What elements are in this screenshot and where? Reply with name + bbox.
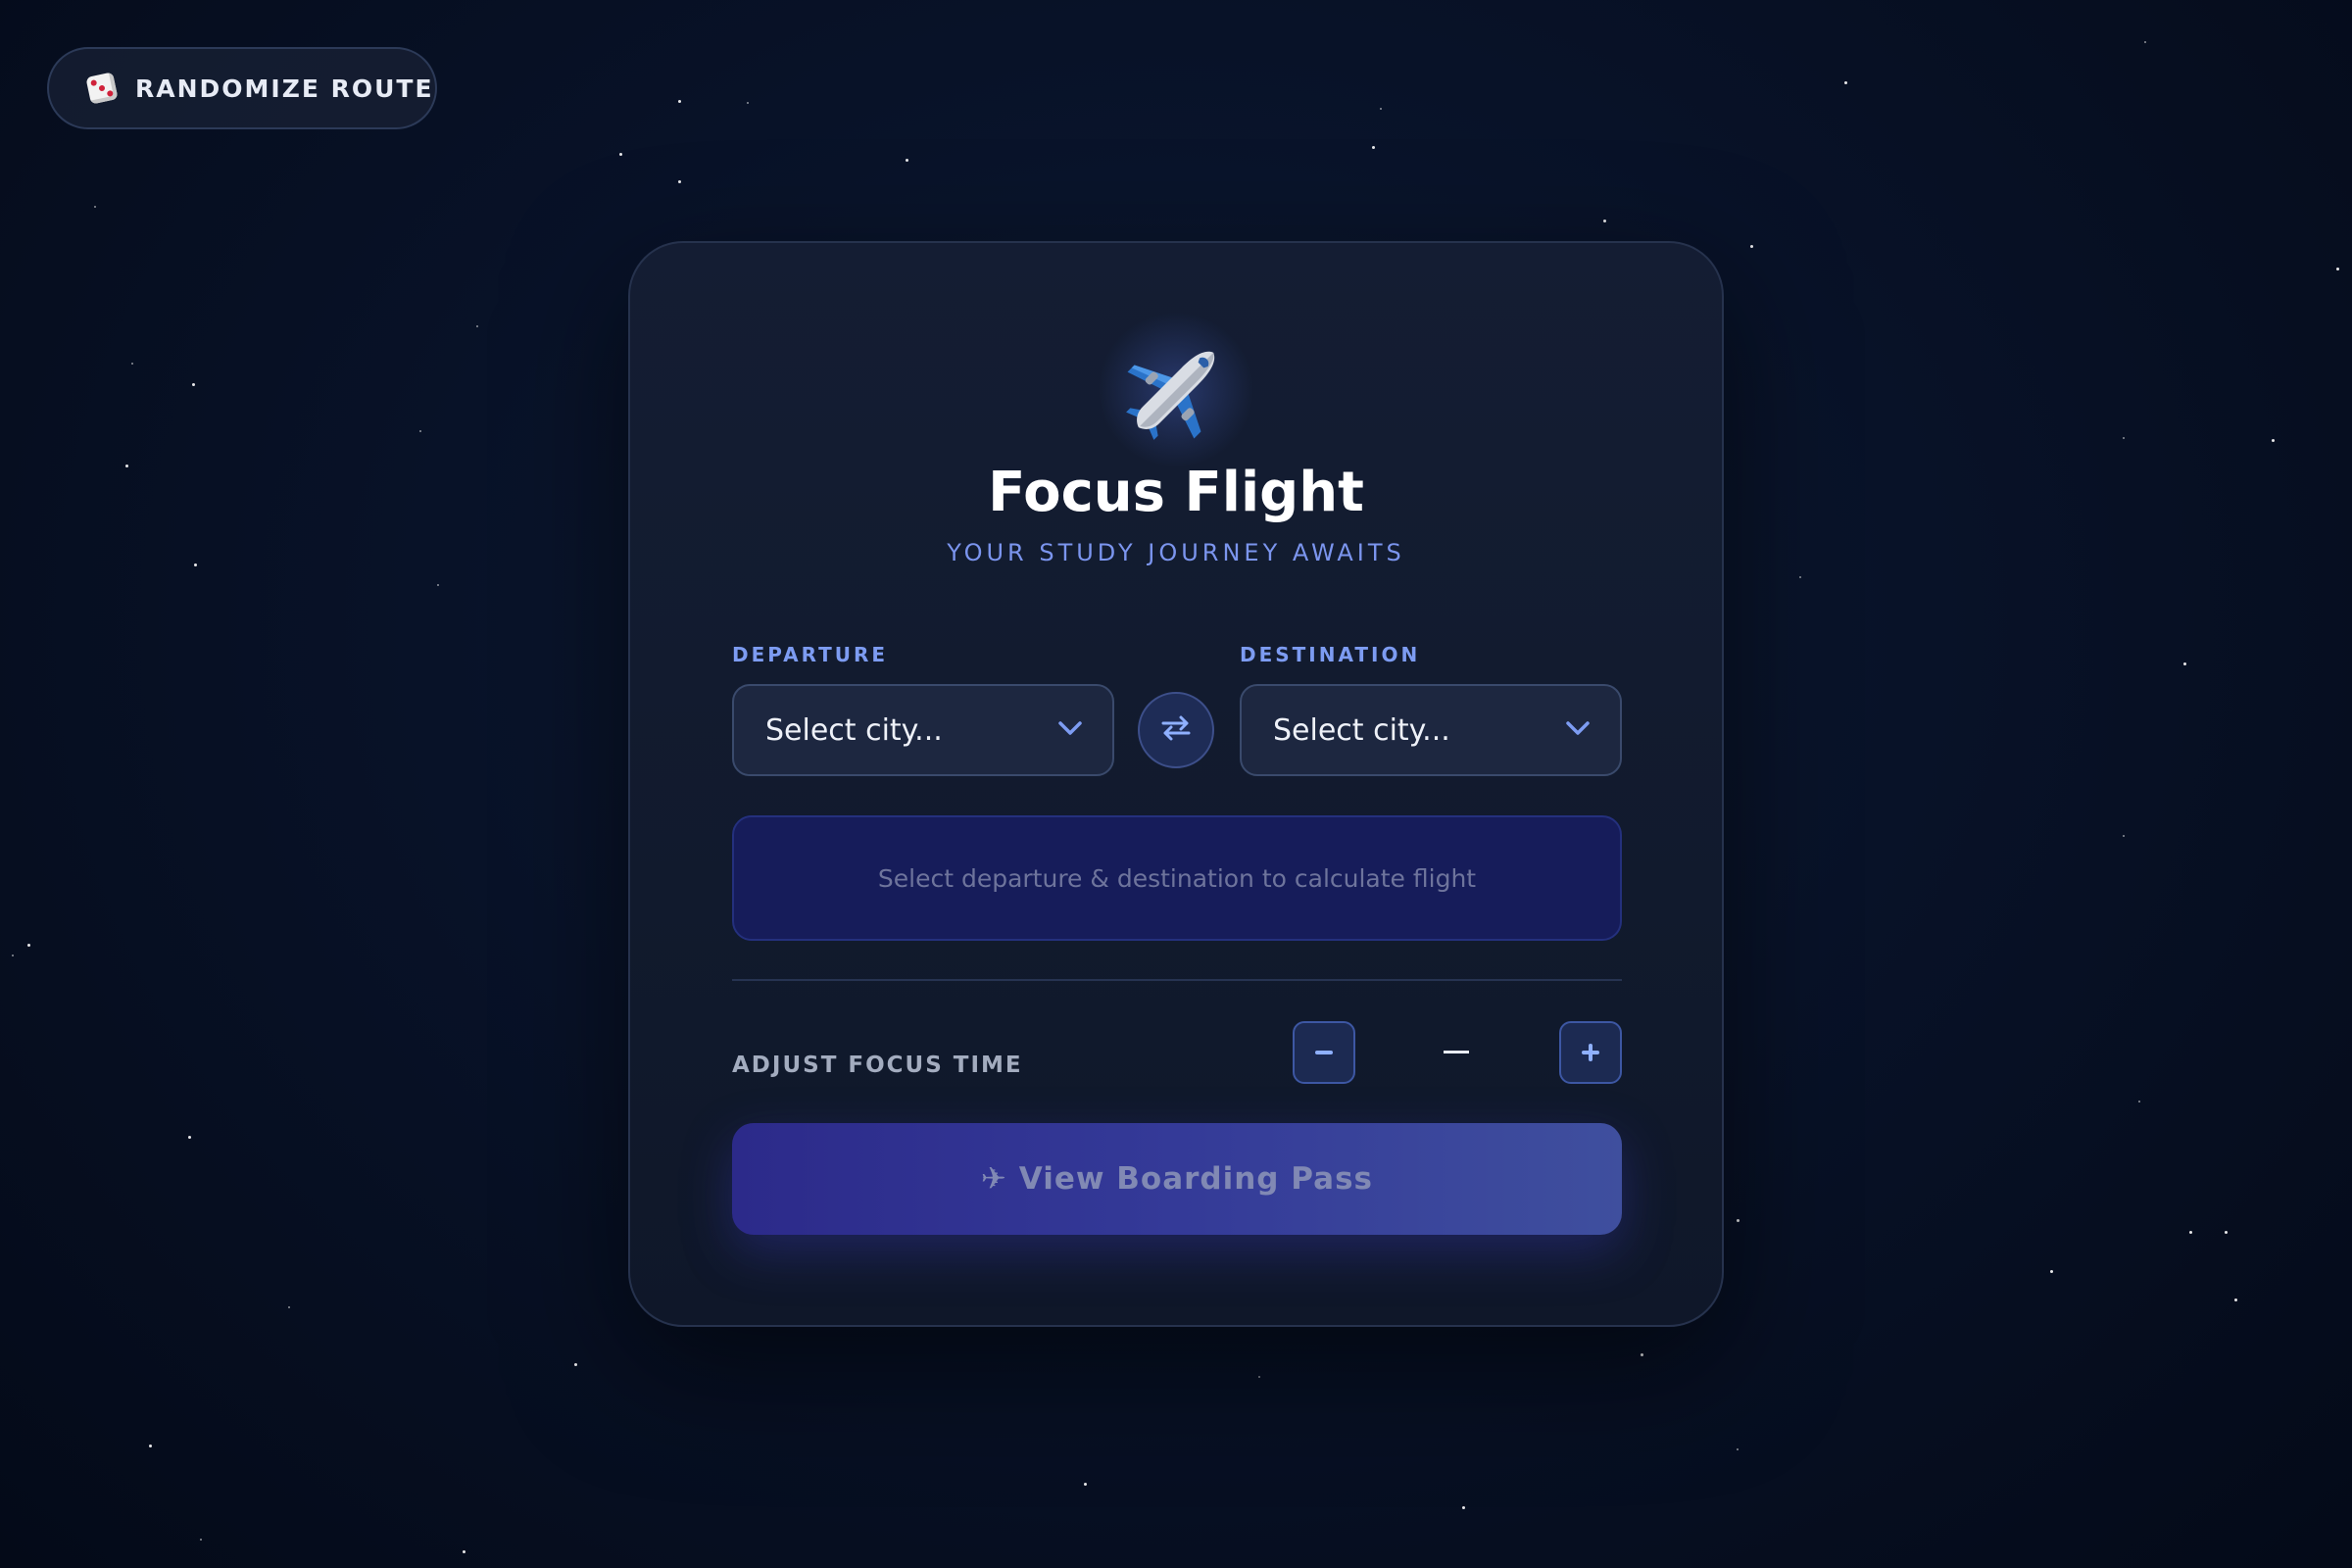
star-dot bbox=[574, 1363, 577, 1366]
star-dot bbox=[188, 1136, 191, 1139]
star-dot bbox=[747, 102, 749, 104]
departure-label: DEPARTURE bbox=[732, 643, 889, 666]
star-dot bbox=[2123, 437, 2125, 439]
star-dot bbox=[463, 1550, 466, 1553]
randomize-route-button[interactable]: RANDOMIZE ROUTE bbox=[47, 47, 437, 129]
star-dot bbox=[1462, 1506, 1465, 1509]
star-dot bbox=[1380, 108, 1382, 110]
star-dot bbox=[1641, 1353, 1643, 1356]
star-dot bbox=[1258, 1376, 1260, 1378]
star-dot bbox=[1799, 576, 1801, 578]
star-dot bbox=[619, 153, 622, 156]
star-dot bbox=[1750, 245, 1753, 248]
divider bbox=[732, 979, 1622, 981]
decrease-focus-button[interactable] bbox=[1293, 1021, 1355, 1084]
departure-select[interactable]: Select city... bbox=[732, 684, 1114, 776]
minus-icon bbox=[1315, 1051, 1333, 1054]
destination-label: DESTINATION bbox=[1240, 643, 1421, 666]
star-dot bbox=[678, 180, 681, 183]
swap-arrows-icon bbox=[1159, 713, 1193, 747]
star-dot bbox=[2183, 662, 2186, 665]
star-dot bbox=[2123, 835, 2125, 837]
airplane-icon bbox=[1098, 312, 1254, 468]
star-dot bbox=[12, 955, 14, 956]
star-dot bbox=[131, 363, 133, 365]
plus-icon bbox=[1582, 1044, 1599, 1061]
star-dot bbox=[1737, 1448, 1739, 1450]
increase-focus-button[interactable] bbox=[1559, 1021, 1622, 1084]
departure-select-value: Select city... bbox=[765, 712, 943, 748]
view-boarding-pass-label: ✈ View Boarding Pass bbox=[980, 1161, 1373, 1197]
swap-cities-button[interactable] bbox=[1138, 692, 1214, 768]
star-dot bbox=[2234, 1298, 2237, 1301]
star-dot bbox=[192, 383, 195, 386]
star-dot bbox=[678, 100, 681, 103]
destination-select-value: Select city... bbox=[1273, 712, 1450, 748]
focus-time-value bbox=[1444, 1051, 1469, 1054]
star-dot bbox=[2336, 268, 2339, 270]
star-dot bbox=[419, 430, 421, 432]
star-dot bbox=[194, 564, 197, 566]
star-dot bbox=[27, 944, 30, 947]
flight-info-panel: Select departure & destination to calcul… bbox=[732, 815, 1622, 941]
flight-info-message: Select departure & destination to calcul… bbox=[877, 863, 1477, 893]
star-dot bbox=[2189, 1231, 2192, 1234]
star-dot bbox=[2138, 1101, 2140, 1102]
focus-time-label: ADJUST FOCUS TIME bbox=[732, 1053, 1023, 1078]
dice-icon bbox=[85, 72, 119, 105]
star-dot bbox=[1603, 220, 1606, 222]
focus-flight-card: Focus Flight YOUR STUDY JOURNEY AWAITS D… bbox=[628, 241, 1724, 1327]
star-dot bbox=[2272, 439, 2275, 442]
star-dot bbox=[200, 1539, 202, 1541]
star-dot bbox=[288, 1306, 290, 1308]
randomize-route-label: RANDOMIZE ROUTE bbox=[135, 74, 434, 103]
star-dot bbox=[2050, 1270, 2053, 1273]
star-dot bbox=[437, 584, 439, 586]
chevron-down-icon bbox=[1057, 720, 1083, 740]
star-dot bbox=[2144, 41, 2146, 43]
star-dot bbox=[1737, 1219, 1740, 1222]
destination-select[interactable]: Select city... bbox=[1240, 684, 1622, 776]
star-dot bbox=[149, 1445, 152, 1447]
view-boarding-pass-button[interactable]: ✈ View Boarding Pass bbox=[732, 1123, 1622, 1235]
chevron-down-icon bbox=[1565, 720, 1591, 740]
app-title: Focus Flight bbox=[988, 461, 1364, 524]
app-subtitle: YOUR STUDY JOURNEY AWAITS bbox=[947, 539, 1405, 566]
star-dot bbox=[1372, 146, 1375, 149]
star-dot bbox=[476, 325, 478, 327]
star-dot bbox=[906, 159, 908, 162]
star-dot bbox=[125, 465, 128, 467]
star-dot bbox=[94, 206, 96, 208]
star-dot bbox=[1084, 1483, 1087, 1486]
star-dot bbox=[1844, 81, 1847, 84]
star-dot bbox=[2225, 1231, 2228, 1234]
